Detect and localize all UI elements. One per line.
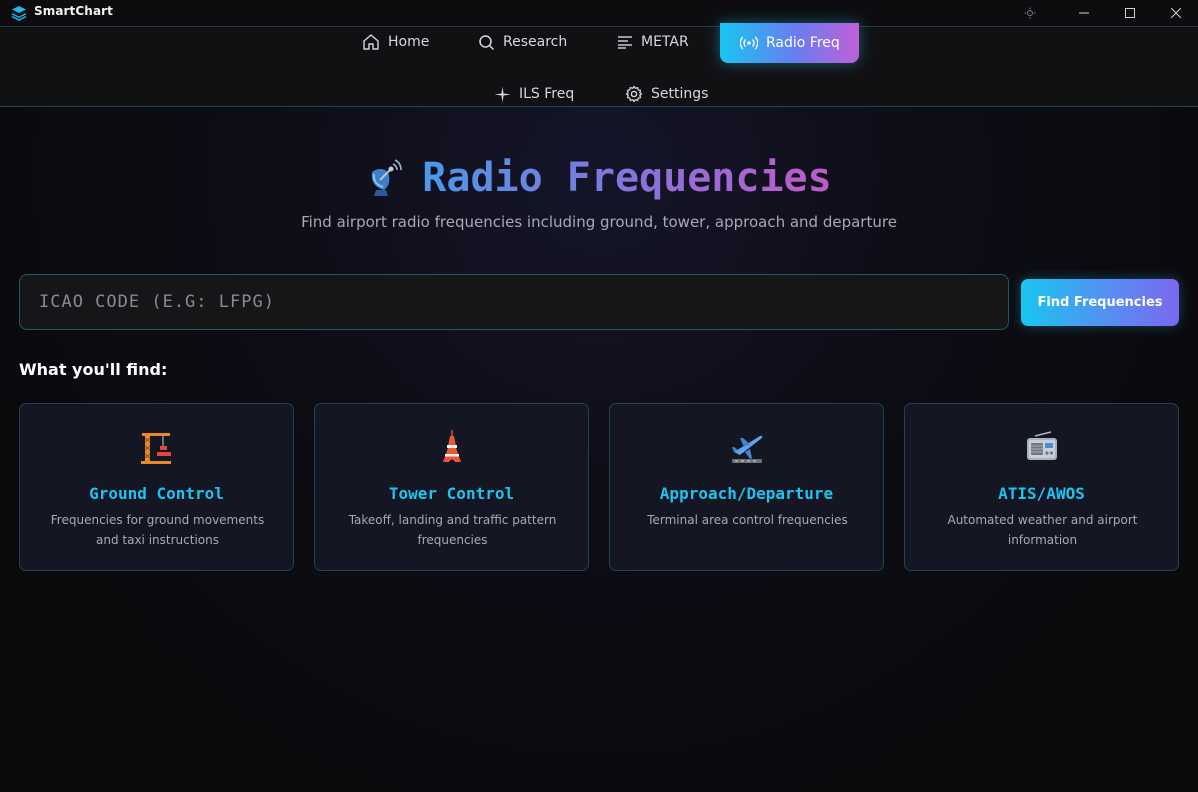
- hero: Radio Frequencies: [0, 155, 1198, 202]
- radio-icon: [1026, 431, 1057, 460]
- main-nav: Home Research METAR Radio Freq ILS Freq: [0, 23, 1198, 109]
- minimize-button[interactable]: [1061, 0, 1107, 26]
- icao-search-input[interactable]: [19, 274, 1009, 330]
- nav-home[interactable]: Home: [362, 27, 429, 57]
- home-icon: [363, 34, 379, 50]
- nav-ils-freq[interactable]: ILS Freq: [494, 79, 574, 109]
- minimize-icon: [1079, 12, 1089, 14]
- nav-settings[interactable]: Settings: [625, 79, 708, 109]
- sun-icon: [1024, 7, 1036, 19]
- nav-metar[interactable]: METAR: [617, 27, 689, 57]
- find-frequencies-button[interactable]: Find Frequencies: [1021, 279, 1179, 326]
- tower-icon: [442, 430, 461, 462]
- card-description: Automated weather and airport informatio…: [947, 513, 1138, 547]
- nav-ils-freq-label: ILS Freq: [519, 86, 575, 102]
- construction-crane-icon: [140, 433, 171, 464]
- feature-card-tower-control: Tower Control Takeoff, landing and traff…: [314, 403, 589, 571]
- app-title: SmartChart: [34, 4, 113, 18]
- nav-radio-freq[interactable]: Radio Freq: [720, 23, 859, 63]
- search-icon: [479, 34, 495, 50]
- satellite-dish-icon: [372, 159, 403, 196]
- card-title: ATIS/AWOS: [998, 484, 1085, 503]
- maximize-icon: [1125, 8, 1135, 18]
- radio-wave-icon: [740, 36, 758, 50]
- feature-card-atis-awos: ATIS/AWOS Automated weather and airport …: [904, 403, 1179, 571]
- nav-research[interactable]: Research: [478, 27, 567, 57]
- card-title: Ground Control: [89, 484, 224, 503]
- sparkle-icon: [494, 86, 511, 102]
- nav-radio-freq-label: Radio Freq: [766, 35, 840, 51]
- card-description: Frequencies for ground movements and tax…: [50, 513, 265, 547]
- maximize-button[interactable]: [1107, 0, 1153, 26]
- nav-metar-label: METAR: [641, 34, 689, 50]
- main-content: Radio Frequencies Find airport radio fre…: [0, 107, 1198, 792]
- title-bar: SmartChart: [0, 0, 1198, 26]
- close-icon: [1171, 8, 1181, 18]
- theme-toggle-button[interactable]: [1007, 0, 1053, 26]
- nav-settings-label: Settings: [651, 86, 709, 102]
- page-title: Radio Frequencies: [422, 155, 832, 201]
- features-heading: What you'll find:: [19, 360, 168, 379]
- layers-logo-icon: [11, 6, 27, 21]
- nav-home-label: Home: [388, 34, 430, 50]
- feature-card-ground-control: Ground Control Frequencies for ground mo…: [19, 403, 294, 571]
- nav-research-label: Research: [503, 34, 568, 50]
- airplane-departure-icon: [731, 435, 762, 463]
- close-button[interactable]: [1153, 0, 1198, 26]
- list-icon: [618, 36, 632, 49]
- page-subtitle: Find airport radio frequencies including…: [301, 213, 897, 231]
- gear-icon: [625, 85, 643, 103]
- card-description: Terminal area control frequencies: [647, 513, 848, 527]
- card-title: Approach/Departure: [659, 484, 834, 503]
- card-description: Takeoff, landing and traffic pattern fre…: [348, 513, 557, 547]
- card-title: Tower Control: [388, 484, 515, 503]
- feature-card-approach-departure: Approach/Departure Terminal area control…: [609, 403, 884, 571]
